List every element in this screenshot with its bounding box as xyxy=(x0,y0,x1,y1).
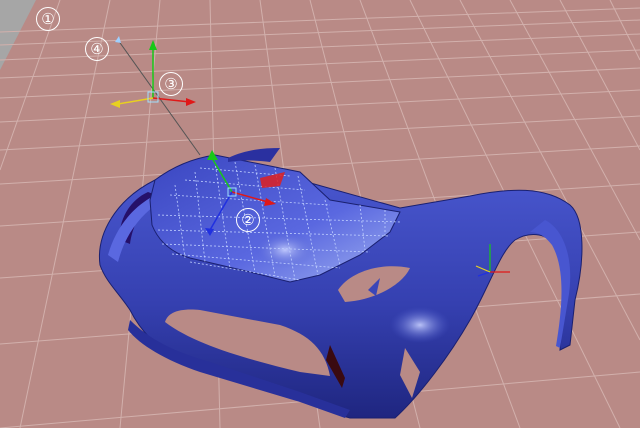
callout-3: ③ xyxy=(159,72,183,96)
callout-2: ② xyxy=(236,208,260,232)
callout-4: ④ xyxy=(85,37,109,61)
hood-specular xyxy=(255,232,315,268)
callout-1: ① xyxy=(36,7,60,31)
bumper-specular xyxy=(390,307,450,343)
3d-viewport[interactable]: ① ② ③ ④ xyxy=(0,0,640,428)
viewport-scene[interactable] xyxy=(0,0,640,428)
